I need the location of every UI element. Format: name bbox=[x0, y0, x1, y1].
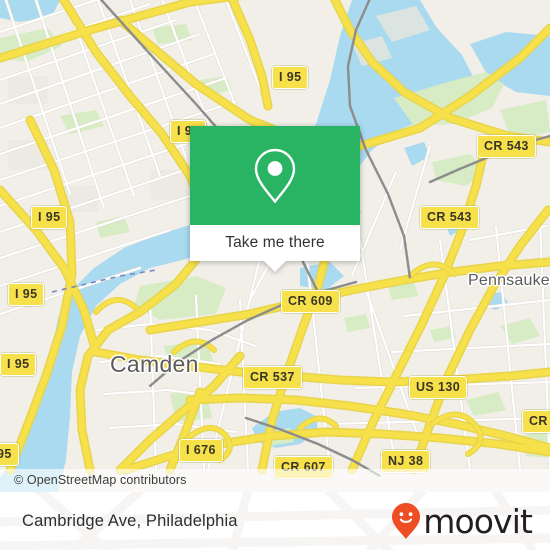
screenshot-root: .w { fill:#aadaf0; } .pk { fill:#d7ecc4;… bbox=[0, 0, 550, 550]
shield-i95-left-c: I 95 bbox=[0, 353, 37, 376]
popup-pointer bbox=[264, 261, 286, 272]
popup-image-area bbox=[190, 126, 360, 225]
popup-cta-label: Take me there bbox=[225, 234, 325, 251]
shield-us130: US 130 bbox=[409, 376, 468, 399]
moovit-smiley-pin-icon bbox=[392, 503, 421, 539]
shield-cr537: CR 537 bbox=[243, 366, 302, 389]
footer-bar: Cambridge Ave, Philadelphia moovit bbox=[0, 492, 550, 550]
moovit-brand[interactable]: moovit bbox=[391, 501, 533, 541]
place-label-camden: Camden bbox=[110, 351, 199, 377]
shield-i95-top: I 95 bbox=[272, 66, 309, 89]
shield-i676: I 676 bbox=[179, 439, 223, 462]
shield-i95-left-b: I 95 bbox=[8, 283, 45, 306]
location-title: Cambridge Ave, Philadelphia bbox=[22, 511, 238, 530]
place-label-pennsauken: Pennsauken bbox=[468, 272, 550, 289]
shield-cr543-upper: CR 543 bbox=[477, 135, 536, 158]
map-popup-card[interactable]: Take me there bbox=[190, 126, 360, 272]
map-pin-icon bbox=[254, 148, 296, 203]
moovit-wordmark: moovit bbox=[423, 501, 533, 541]
shield-i95-left-a: I 95 bbox=[31, 206, 68, 229]
popup-cta-bar[interactable]: Take me there bbox=[190, 225, 360, 272]
shield-cr6-right: CR 6 bbox=[522, 410, 550, 433]
shield-95-bottomleft: 95 bbox=[0, 443, 19, 466]
osm-attribution[interactable]: © OpenStreetMap contributors bbox=[0, 469, 550, 492]
shield-cr543-lower: CR 543 bbox=[420, 206, 479, 229]
shield-cr609: CR 609 bbox=[281, 290, 340, 313]
